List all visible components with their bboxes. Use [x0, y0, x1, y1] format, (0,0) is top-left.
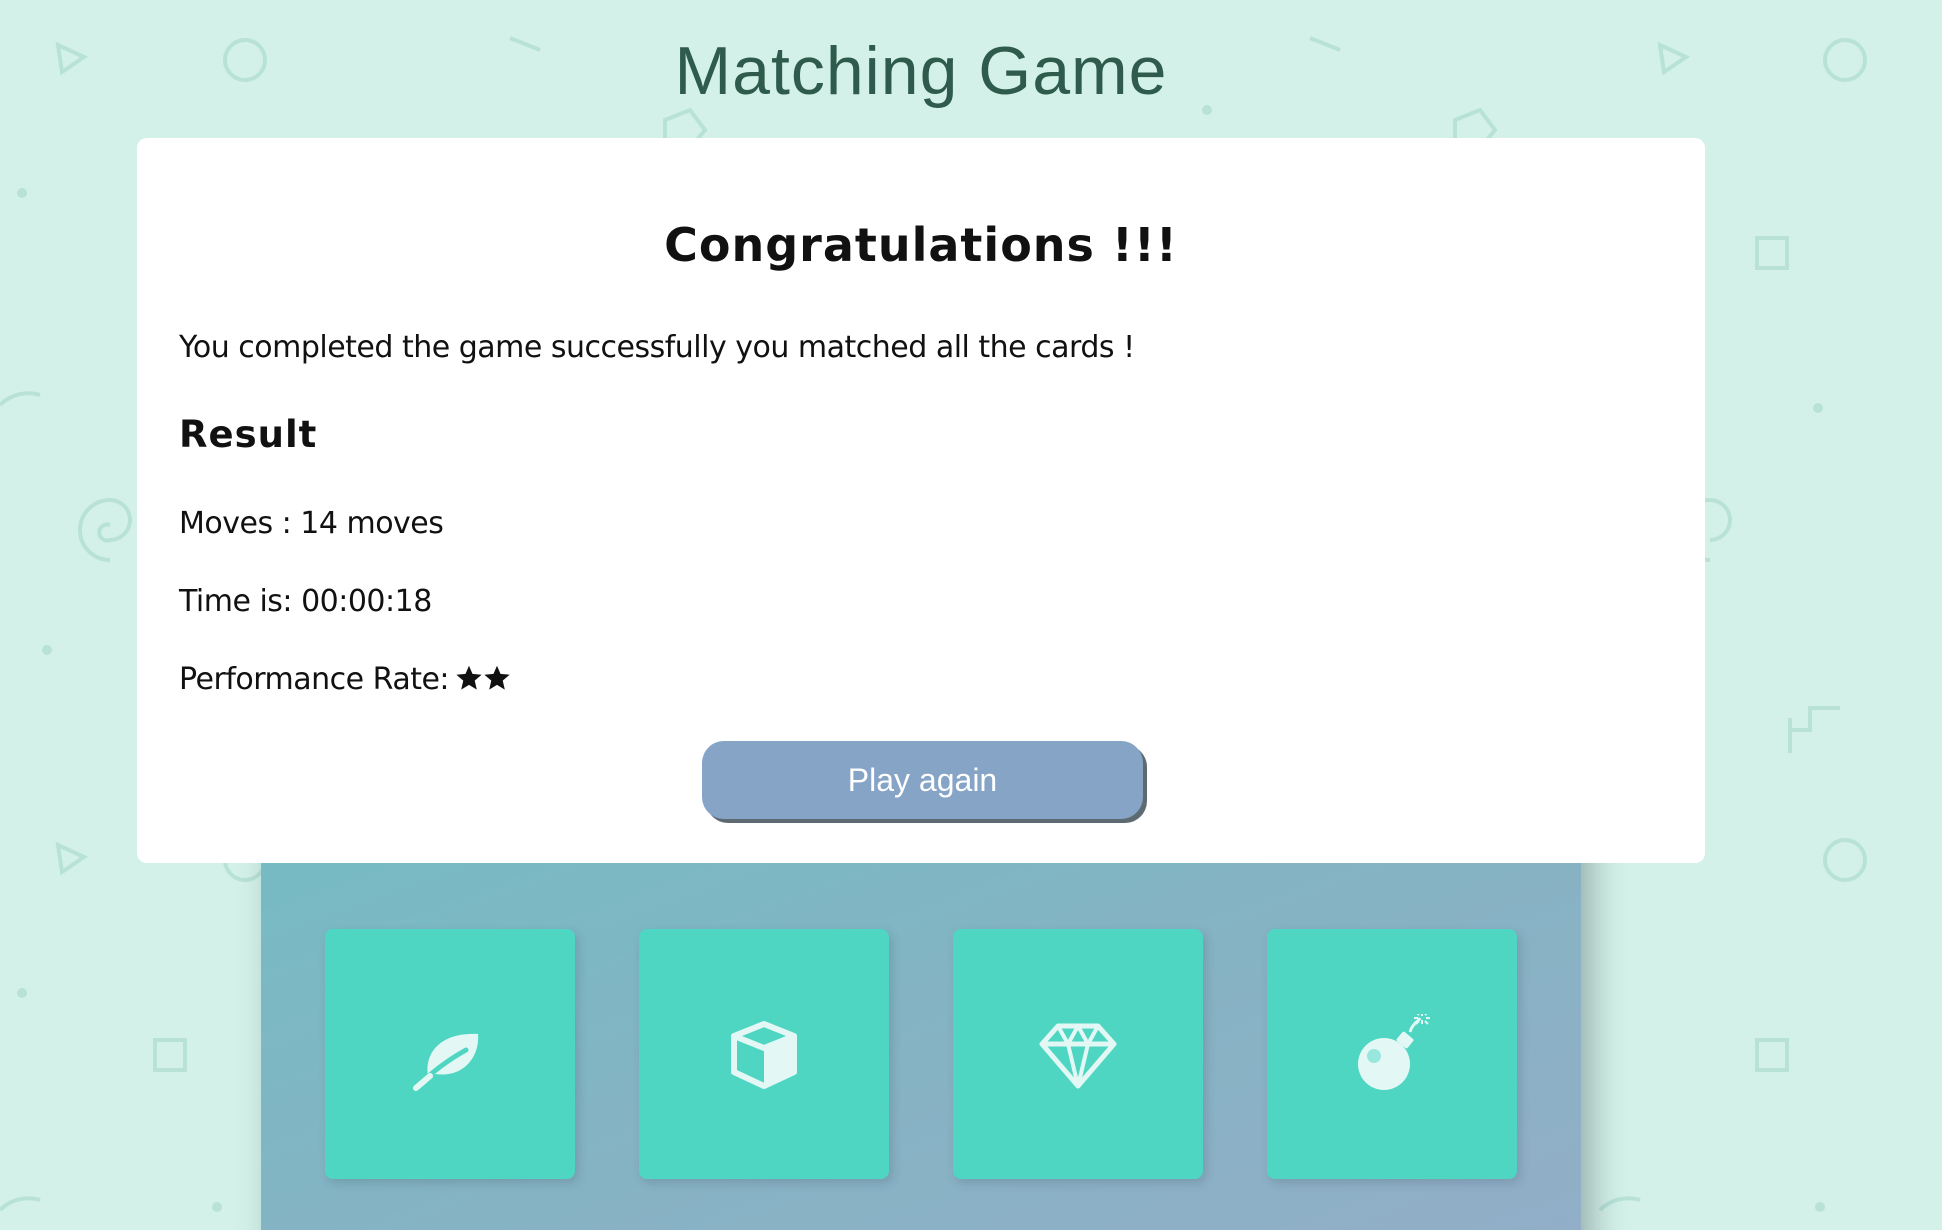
modal-heading: Congratulations !!!	[664, 218, 1178, 272]
game-title: Matching Game	[674, 33, 1168, 109]
star-rating	[455, 664, 511, 700]
performance-rate: Performance Rate:	[179, 662, 511, 700]
star-icon	[456, 665, 482, 690]
diamond-icon	[1039, 1023, 1117, 1089]
card-bomb[interactable]	[1267, 929, 1517, 1179]
time-result: Time is: 00:00:18	[179, 584, 432, 619]
star-icon	[484, 665, 510, 690]
card-cube[interactable]	[639, 929, 889, 1179]
card-diamond[interactable]	[953, 929, 1203, 1179]
result-heading: Result	[179, 413, 318, 456]
leaf-icon	[413, 1033, 479, 1091]
cube-icon	[731, 1021, 797, 1089]
bomb-icon	[1358, 1014, 1430, 1090]
completion-message: You completed the game successfully you …	[179, 330, 1135, 365]
performance-rate-label: Performance Rate:	[179, 662, 450, 697]
card-leaf[interactable]	[325, 929, 575, 1179]
play-again-button[interactable]: Play again	[702, 741, 1143, 819]
moves-result: Moves : 14 moves	[179, 506, 444, 541]
